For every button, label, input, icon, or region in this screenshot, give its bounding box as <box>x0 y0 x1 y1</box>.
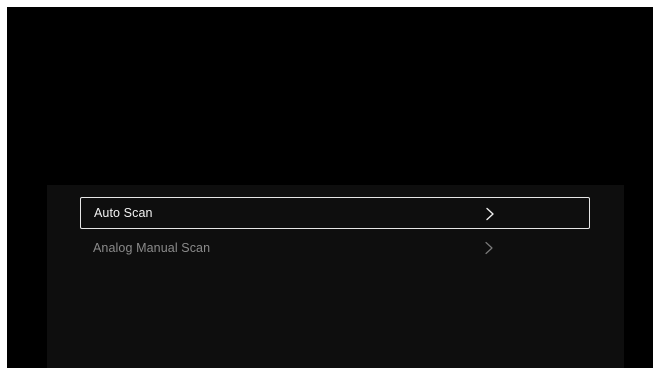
auto-scan-label: Auto Scan <box>94 206 153 220</box>
analog-manual-scan-item[interactable]: Analog Manual Scan <box>80 232 590 264</box>
analog-manual-scan-label: Analog Manual Scan <box>93 241 211 255</box>
chevron-right-icon <box>485 241 493 255</box>
tv-screen: Auto Scan Analog Manual Scan <box>7 7 653 368</box>
chevron-right-icon <box>486 207 494 221</box>
scan-menu-panel: Auto Scan Analog Manual Scan <box>47 185 624 368</box>
auto-scan-item[interactable]: Auto Scan <box>80 197 590 229</box>
